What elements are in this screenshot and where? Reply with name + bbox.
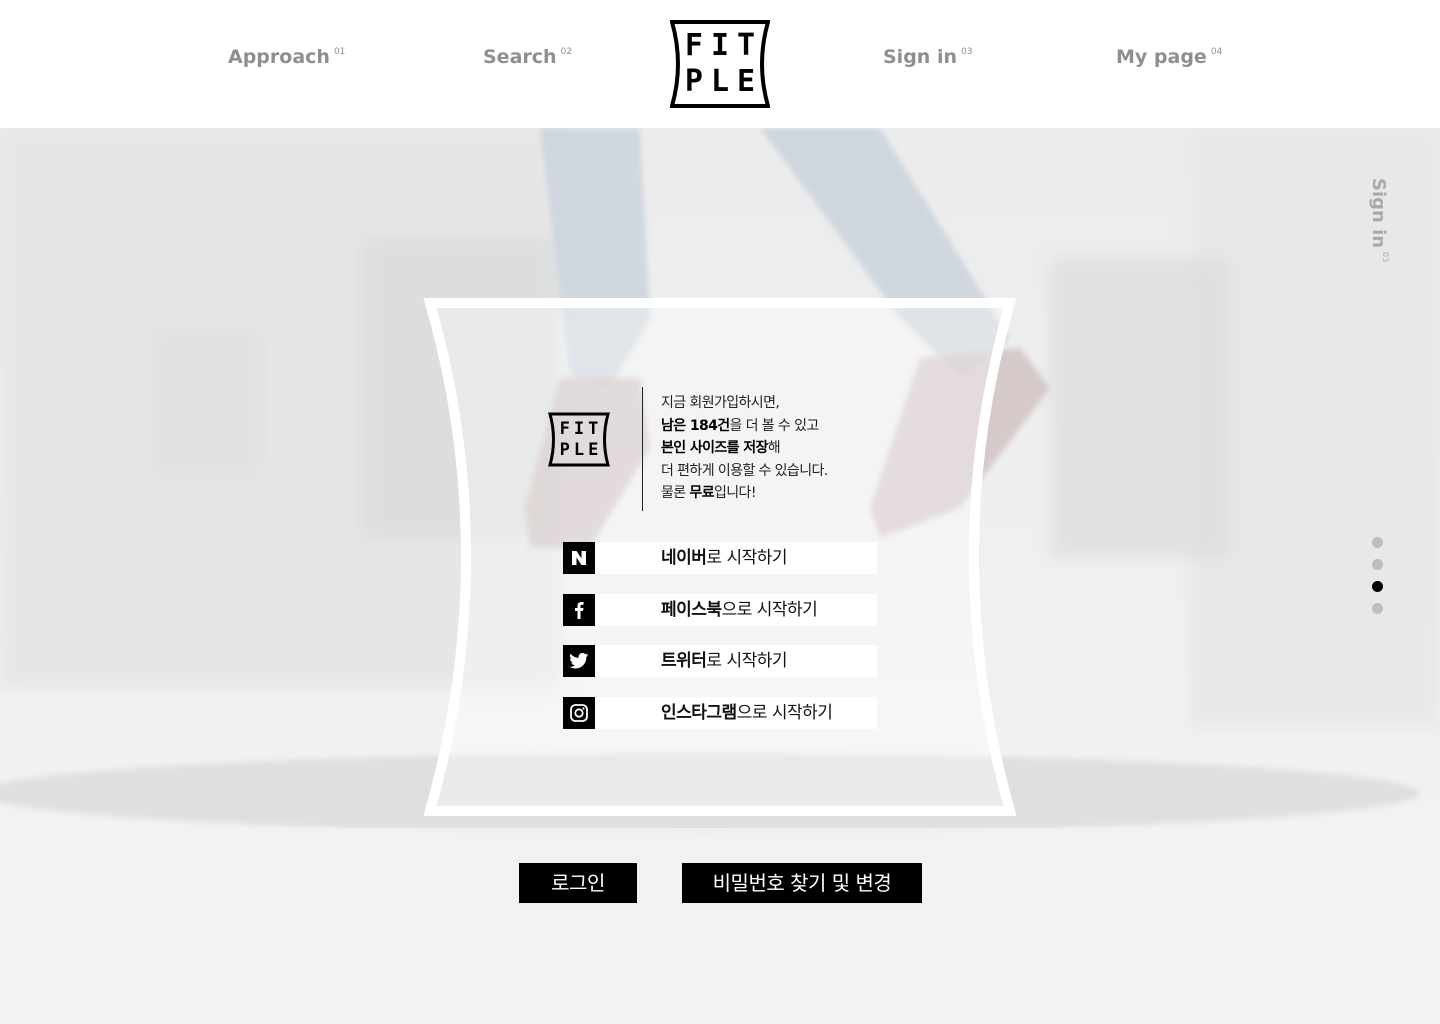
top-nav: Approach 01 Search 02 FIT PLE Sign in 03 My… (0, 0, 1440, 128)
instagram-brand: 인스타그램 (661, 703, 737, 723)
intro-line-5-rest: 입니다! (713, 485, 756, 502)
intro-line-3-bold: 본인 사이즈를 저장 (661, 440, 768, 457)
intro-line-3-rest: 해 (767, 440, 781, 457)
logo-wordmark: FIT PLE (670, 20, 770, 108)
page-dot-4[interactable] (1372, 603, 1383, 614)
nav-search-num: 02 (560, 47, 573, 57)
naver-rest: 로 시작하기 (706, 548, 788, 568)
naver-login-label: 네이버로 시작하기 (661, 542, 788, 574)
intro-line-5: 물론 무료입니다! (661, 482, 921, 505)
card-divider (642, 387, 643, 511)
section-indicator-text: Sign in (1368, 178, 1389, 249)
instagram-login-button[interactable]: 인스타그램으로 시작하기 (563, 697, 877, 729)
intro-line-2-bold: 남은 184건 (661, 417, 730, 434)
signup-benefits-text: 지금 회원가입하시면, 남은 184건을 더 볼 수 있고 본인 사이즈를 저장… (661, 392, 921, 505)
intro-line-4: 더 편하게 이용할 수 있습니다. (661, 462, 828, 479)
instagram-login-label: 인스타그램으로 시작하기 (661, 697, 833, 729)
intro-line-3: 본인 사이즈를 저장해 (661, 437, 921, 460)
naver-brand: 네이버 (661, 548, 707, 568)
twitter-login-button[interactable]: 트위터로 시작하기 (563, 645, 877, 677)
login-button[interactable]: 로그인 (519, 863, 637, 903)
logo-line-1: FIT (684, 28, 764, 63)
nav-approach-num: 01 (333, 47, 346, 57)
page-dot-2[interactable] (1372, 559, 1383, 570)
intro-line-5-pre: 물론 (661, 485, 690, 502)
page-dot-3[interactable] (1372, 581, 1383, 592)
page-dot-1[interactable] (1372, 537, 1383, 548)
nav-my-page[interactable]: My page 04 (1116, 46, 1222, 68)
naver-icon (563, 542, 595, 574)
intro-line-2: 남은 184건을 더 볼 수 있고 (661, 415, 921, 438)
card-logo-line-1: FIT (559, 418, 603, 439)
twitter-login-label: 트위터로 시작하기 (661, 645, 788, 677)
intro-line-2-rest: 을 더 볼 수 있고 (729, 417, 820, 434)
card-logo: FIT PLE (548, 412, 610, 467)
naver-login-button[interactable]: 네이버로 시작하기 (563, 542, 877, 574)
find-password-button[interactable]: 비밀번호 찾기 및 변경 (682, 863, 922, 903)
card-logo-line-2: PLE (559, 439, 603, 460)
logo-line-2: PLE (684, 64, 764, 99)
intro-line-1: 지금 회원가입하시면, (661, 395, 780, 411)
section-indicator-num: 03 (1381, 252, 1390, 263)
facebook-login-button[interactable]: 페이스북으로 시작하기 (563, 594, 877, 626)
nav-approach-label: Approach (228, 46, 330, 68)
section-indicator-label: Sign in 03 (1366, 178, 1390, 268)
instagram-icon (563, 697, 595, 729)
nav-search[interactable]: Search 02 (483, 46, 572, 68)
nav-approach[interactable]: Approach 01 (228, 46, 345, 68)
nav-sign-in-num: 03 (960, 47, 973, 57)
twitter-brand: 트위터 (661, 651, 707, 671)
facebook-rest: 으로 시작하기 (721, 600, 818, 620)
nav-my-page-num: 04 (1210, 47, 1223, 57)
twitter-rest: 로 시작하기 (706, 651, 788, 671)
nav-sign-in[interactable]: Sign in 03 (883, 46, 972, 68)
facebook-icon (563, 594, 595, 626)
instagram-rest: 으로 시작하기 (736, 703, 833, 723)
fitple-logo[interactable]: FIT PLE (669, 20, 771, 108)
facebook-login-label: 페이스북으로 시작하기 (661, 594, 818, 626)
card-logo-wordmark: FIT PLE (548, 412, 610, 467)
nav-search-label: Search (483, 46, 557, 68)
nav-sign-in-label: Sign in (883, 46, 957, 68)
nav-my-page-label: My page (1116, 46, 1207, 68)
twitter-icon (563, 645, 595, 677)
facebook-brand: 페이스북 (661, 600, 722, 620)
intro-line-5-bold: 무료 (689, 485, 714, 502)
